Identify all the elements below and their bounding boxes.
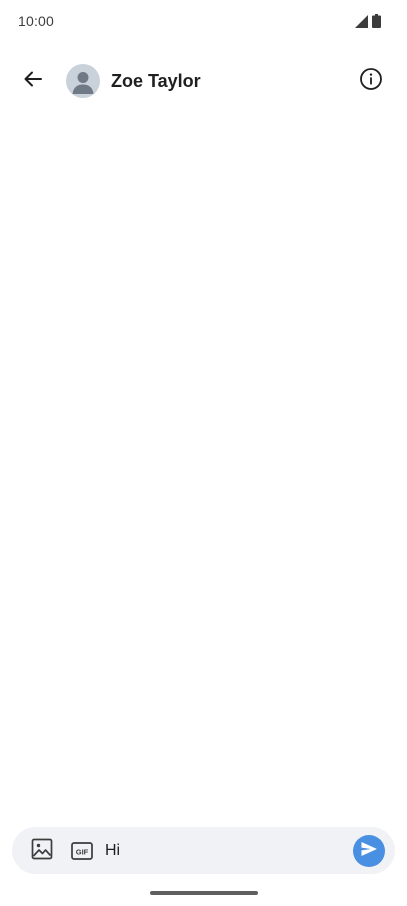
gif-button[interactable]: GIF bbox=[68, 837, 96, 865]
message-input[interactable] bbox=[105, 839, 345, 863]
battery-icon bbox=[372, 14, 381, 33]
compose-bar: GIF bbox=[12, 827, 395, 874]
contact-name[interactable]: Zoe Taylor bbox=[111, 71, 201, 92]
status-time: 10:00 bbox=[18, 13, 55, 29]
avatar[interactable] bbox=[66, 64, 100, 98]
gif-label: GIF bbox=[76, 847, 89, 856]
info-icon bbox=[359, 67, 383, 96]
send-button[interactable] bbox=[353, 835, 385, 867]
status-icons bbox=[355, 14, 381, 33]
image-icon bbox=[31, 838, 53, 865]
status-bar: 10:00 bbox=[0, 0, 407, 44]
arrow-back-icon bbox=[23, 69, 43, 94]
attach-image-button[interactable] bbox=[28, 837, 56, 865]
gif-icon: GIF bbox=[71, 842, 93, 860]
send-icon bbox=[360, 840, 378, 863]
back-button[interactable] bbox=[16, 64, 50, 98]
person-avatar-icon bbox=[66, 72, 100, 98]
signal-icon bbox=[355, 14, 368, 33]
message-list bbox=[0, 110, 407, 820]
conversation-header: Zoe Taylor bbox=[0, 56, 407, 106]
info-button[interactable] bbox=[354, 64, 388, 98]
gesture-nav-handle[interactable] bbox=[150, 891, 258, 895]
